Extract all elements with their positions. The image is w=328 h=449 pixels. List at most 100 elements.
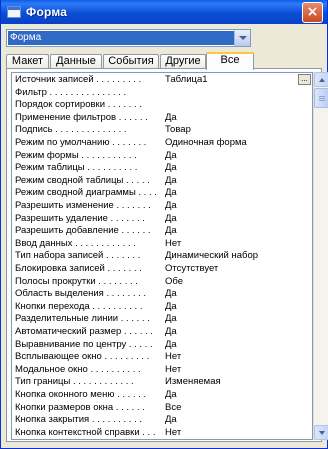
property-row[interactable]: Всплывающее окно . . . . . . . . . Нет bbox=[12, 351, 312, 362]
property-value[interactable]: Да bbox=[165, 175, 177, 186]
property-value[interactable]: Динамический набор bbox=[165, 250, 258, 261]
close-button[interactable]: × bbox=[302, 2, 323, 23]
property-name: Тип набора записей . . . . . . . bbox=[15, 250, 141, 262]
property-row[interactable]: Блокировка записей . . . . . . . Отсутств… bbox=[12, 263, 312, 274]
tab-strip: Макет Данные События Другие Все bbox=[6, 52, 322, 70]
property-row[interactable]: Режим сводной таблицы . . . . . Да bbox=[12, 175, 312, 186]
property-name: Автоматический размер . . . . . . bbox=[15, 326, 153, 337]
property-value[interactable]: Одиночная форма bbox=[165, 137, 247, 148]
property-name: Ввод данных . . . . . . . . . . . . bbox=[15, 237, 136, 249]
property-name: Кнопка оконного меню . . . . . . bbox=[15, 389, 147, 400]
arrow-down-icon bbox=[318, 430, 325, 435]
property-value[interactable]: Изменяемая bbox=[165, 376, 221, 387]
property-value[interactable]: Да bbox=[165, 200, 177, 211]
property-row[interactable]: Область выделения . . . . . . . . Да bbox=[12, 288, 312, 299]
scroll-down-button[interactable] bbox=[314, 425, 328, 440]
property-row[interactable]: Режим по умолчанию . . . . . . . Одиночна… bbox=[12, 137, 312, 148]
property-row[interactable]: Режим формы . . . . . . . . . . . Да bbox=[12, 150, 312, 161]
property-name: Разделительные линии . . . . . . bbox=[15, 313, 150, 325]
property-name: Фильтр . . . . . . . . . . . . . . . bbox=[15, 86, 127, 98]
title-bar[interactable]: Форма × bbox=[1, 0, 327, 24]
property-name: Область выделения . . . . . . . . bbox=[15, 288, 147, 300]
property-row[interactable]: Кнопки размеров окна . . . . . . Все bbox=[12, 402, 312, 413]
property-row[interactable]: Тип границы . . . . . . . . . . . . Измен… bbox=[12, 376, 312, 387]
property-value[interactable]: Да bbox=[165, 112, 177, 123]
property-row[interactable]: Разрешить добавление . . . . . . Да bbox=[12, 225, 312, 236]
property-name: Кнопка контекстной справки . . . bbox=[15, 426, 156, 438]
property-value[interactable]: Да bbox=[165, 288, 177, 299]
property-value[interactable]: Да bbox=[165, 187, 177, 198]
property-row[interactable]: Разрешить изменение . . . . . . . Да bbox=[12, 200, 312, 211]
property-value[interactable]: Да bbox=[165, 301, 177, 312]
property-row[interactable]: Фильтр . . . . . . . . . . . . . . . bbox=[12, 87, 312, 98]
property-value[interactable]: Нет bbox=[165, 351, 181, 362]
property-name: Кнопки перехода . . . . . . . . . . bbox=[15, 300, 143, 312]
property-name: Режим таблицы . . . . . . . . . . bbox=[15, 162, 138, 174]
property-row[interactable]: Разрешить удаление . . . . . . . Да bbox=[12, 213, 312, 224]
scroll-thumb[interactable] bbox=[314, 88, 328, 108]
form-icon bbox=[7, 6, 21, 18]
grip-line bbox=[319, 96, 325, 97]
property-value[interactable]: Нет bbox=[165, 238, 181, 249]
property-row[interactable]: Тип набора записей . . . . . . . Динамиче… bbox=[12, 250, 312, 261]
property-row[interactable]: Применение фильтров . . . . . . Да bbox=[12, 112, 312, 123]
property-row[interactable]: Режим таблицы . . . . . . . . . . Да bbox=[12, 162, 312, 173]
property-row[interactable]: Порядок сортировки . . . . . . . bbox=[12, 99, 312, 110]
property-value[interactable]: Таблица1 bbox=[165, 74, 208, 85]
property-name: Всплывающее окно . . . . . . . . . bbox=[15, 351, 150, 363]
property-name: Полосы прокрутки . . . . . . . . bbox=[15, 275, 138, 287]
property-value[interactable]: Да bbox=[165, 313, 177, 324]
property-row[interactable]: Кнопки перехода . . . . . . . . . . Да bbox=[12, 301, 312, 312]
property-value[interactable]: Да bbox=[165, 339, 177, 350]
property-name: Режим сводной диаграммы . . . . bbox=[15, 187, 157, 199]
property-row[interactable]: Автоматический размер . . . . . . Да bbox=[12, 326, 312, 337]
property-row[interactable]: Кнопка закрытия . . . . . . . . . . Да bbox=[12, 414, 312, 425]
vertical-scrollbar[interactable] bbox=[313, 72, 328, 440]
builder-button[interactable]: ... bbox=[298, 74, 311, 85]
property-row[interactable]: Источник записей . . . . . . . . . Таблиц… bbox=[12, 74, 312, 85]
property-value[interactable]: Да bbox=[165, 213, 177, 224]
property-value[interactable]: Нет bbox=[165, 364, 181, 375]
property-row[interactable]: Подпись . . . . . . . . . . . . . . Товар bbox=[12, 124, 312, 135]
property-name: Режим сводной таблицы . . . . . bbox=[15, 174, 150, 186]
property-value[interactable]: Да bbox=[165, 326, 177, 337]
property-value[interactable]: Все bbox=[165, 402, 181, 413]
property-value[interactable]: Обе bbox=[165, 276, 183, 287]
property-name: Разрешить изменение . . . . . . . bbox=[15, 200, 151, 211]
dropdown-button[interactable] bbox=[234, 30, 250, 46]
property-row[interactable]: Полосы прокрутки . . . . . . . . Обе bbox=[12, 276, 312, 287]
property-value[interactable]: Товар bbox=[165, 124, 191, 135]
object-selector-value: Форма bbox=[8, 31, 234, 45]
tab-layout[interactable]: Макет bbox=[6, 54, 49, 69]
property-row[interactable]: Ввод данных . . . . . . . . . . . . Нет bbox=[12, 238, 312, 249]
property-name: Режим формы . . . . . . . . . . . bbox=[15, 149, 137, 161]
arrow-up-icon bbox=[318, 77, 325, 82]
chevron-down-icon bbox=[238, 36, 247, 40]
property-value[interactable]: Да bbox=[165, 389, 177, 400]
tab-other[interactable]: Другие bbox=[160, 54, 206, 69]
tab-events[interactable]: События bbox=[103, 54, 159, 69]
object-selector-dropdown[interactable]: Форма bbox=[6, 29, 251, 47]
property-row[interactable]: Кнопка оконного меню . . . . . . Да bbox=[12, 389, 312, 400]
property-name: Кнопка закрытия . . . . . . . . . . bbox=[15, 414, 142, 426]
property-row[interactable]: Модальное окно . . . . . . . . . . Нет bbox=[12, 364, 312, 375]
property-value[interactable]: Отсутствует bbox=[165, 263, 218, 274]
property-value[interactable]: Да bbox=[165, 414, 177, 425]
property-value[interactable]: Да bbox=[165, 150, 177, 161]
property-name: Модальное окно . . . . . . . . . . bbox=[15, 363, 141, 375]
property-row[interactable]: Кнопка контекстной справки . . . Нет bbox=[12, 427, 312, 438]
property-sheet-window: Форма × Форма Макет Данные События Други… bbox=[0, 0, 328, 449]
tab-all[interactable]: Все bbox=[206, 52, 254, 70]
property-list[interactable]: Источник записей . . . . . . . . . Таблиц… bbox=[11, 72, 313, 440]
property-name: Подпись . . . . . . . . . . . . . . bbox=[15, 124, 127, 136]
property-name: Разрешить добавление . . . . . . bbox=[15, 225, 151, 237]
grip-line bbox=[319, 98, 325, 99]
property-value[interactable]: Да bbox=[165, 225, 177, 236]
property-value[interactable]: Да bbox=[165, 162, 177, 173]
property-value[interactable]: Нет bbox=[165, 427, 181, 438]
property-row[interactable]: Разделительные линии . . . . . . Да bbox=[12, 313, 312, 324]
property-row[interactable]: Выравнивание по центру . . . . . Да bbox=[12, 339, 312, 350]
scroll-up-button[interactable] bbox=[314, 72, 328, 87]
tab-data[interactable]: Данные bbox=[50, 54, 102, 69]
property-row[interactable]: Режим сводной диаграммы . . . . Да bbox=[12, 187, 312, 198]
